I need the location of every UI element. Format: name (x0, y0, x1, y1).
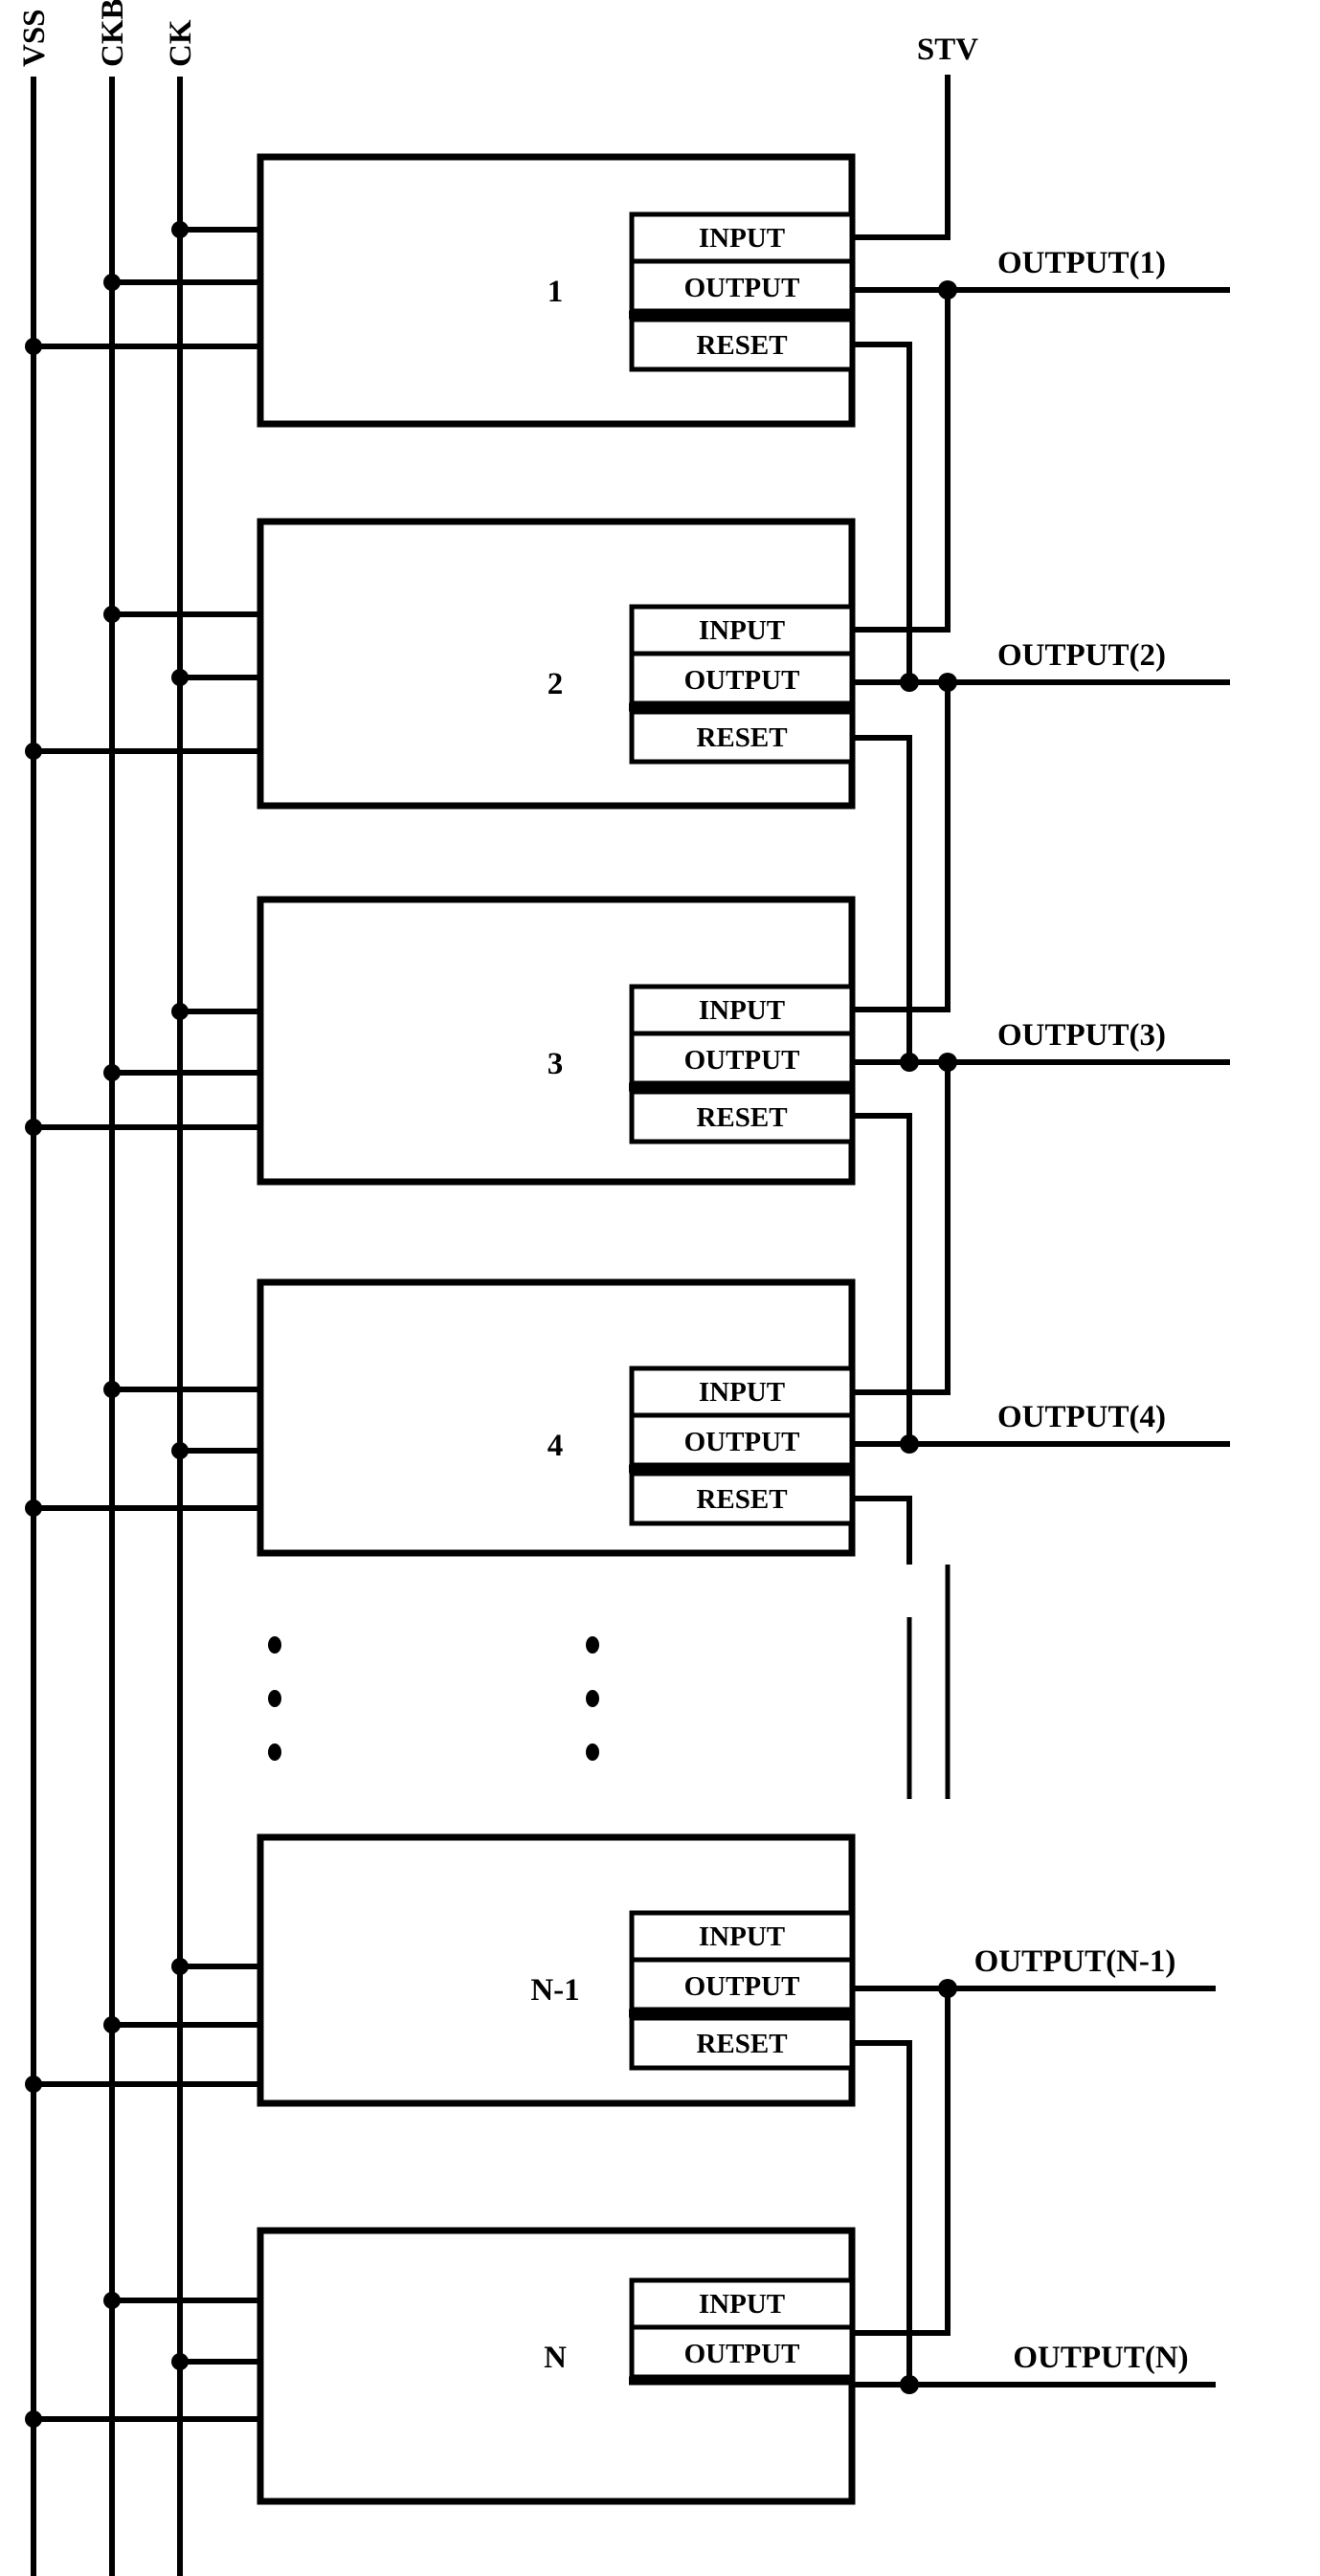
bus-label-ckb: CKB (96, 0, 130, 67)
stage-index-label: 3 (548, 1047, 564, 1081)
junction-dot (103, 2292, 121, 2309)
port-label-output: OUTPUT (684, 1971, 800, 2002)
wire-stage2-out-to-stage3-input (852, 682, 951, 1012)
stage-index-label: 1 (548, 275, 564, 309)
bus-lines (31, 77, 183, 2576)
bus-label-ck: CK (164, 19, 198, 67)
junction-dot (171, 1442, 189, 1459)
bus-label-texts: VSS CKB CK (17, 0, 198, 67)
port-label-input: INPUT (699, 1377, 785, 1408)
ellipsis-dot (586, 1636, 599, 1654)
bus-label-vss: VSS (17, 9, 52, 67)
wire-stv-to-stage1-input (852, 75, 951, 240)
port-label-output: OUTPUT (684, 2339, 800, 2369)
port-label-input: INPUT (699, 615, 785, 646)
junction-dot (25, 338, 42, 355)
stv-label: STV (917, 33, 978, 67)
junction-dot (171, 1958, 189, 1975)
junction-dot (103, 2016, 121, 2033)
junction-dot (171, 669, 189, 686)
wire-stage4-reset-stub (852, 1496, 912, 1565)
port-label-reset: RESET (696, 330, 787, 361)
junction-dot (900, 673, 919, 692)
output-label-2: OUTPUT(2) (997, 638, 1166, 673)
ellipsis-dot (268, 1690, 281, 1707)
output-label-n-1: OUTPUT(N-1) (974, 1944, 1176, 1979)
port-label-output: OUTPUT (684, 273, 800, 303)
junction-dot (103, 1381, 121, 1398)
output-label-1: OUTPUT(1) (997, 246, 1166, 280)
stage-index-label: N (544, 2341, 567, 2375)
junction-dot (900, 2375, 919, 2394)
junction-dot (103, 1064, 121, 1081)
junction-dot (25, 1499, 42, 1517)
output-label-4: OUTPUT(4) (997, 1400, 1166, 1434)
port-label-input: INPUT (699, 995, 785, 1026)
output-label-n: OUTPUT(N) (1013, 2341, 1188, 2375)
port-label-reset: RESET (696, 2029, 787, 2059)
port-label-output: OUTPUT (684, 1045, 800, 1076)
port-label-input: INPUT (699, 223, 785, 254)
ellipsis-dots (268, 1636, 599, 1761)
port-label-reset: RESET (696, 1102, 787, 1133)
port-label-reset: RESET (696, 722, 787, 753)
wire-stage1-out-to-stage2-input (852, 290, 951, 633)
port-label-reset: RESET (696, 1484, 787, 1515)
ellipsis-dot (268, 1743, 281, 1761)
ellipsis-dot (268, 1636, 281, 1654)
ellipsis-dot (586, 1743, 599, 1761)
wire-stage2-reset-from-stage3-output (852, 735, 912, 1062)
output-label-3: OUTPUT(3) (997, 1018, 1166, 1053)
junction-dot (103, 274, 121, 291)
junction-dot (900, 1434, 919, 1454)
stage-index-label: N-1 (530, 1973, 579, 2008)
stage-index-label: 2 (548, 667, 564, 701)
junction-dot (25, 1119, 42, 1136)
port-label-input: INPUT (699, 1921, 785, 1952)
wire-stage3-out-to-stage4-input (852, 1062, 951, 1395)
port-label-output: OUTPUT (684, 665, 800, 696)
port-label-input: INPUT (699, 2289, 785, 2320)
output-net-labels: OUTPUT(1) OUTPUT(2) OUTPUT(3) OUTPUT(4) … (974, 246, 1189, 2375)
junction-dot (25, 2410, 42, 2428)
junction-dot (103, 606, 121, 623)
junction-dot (25, 743, 42, 760)
port-label-output: OUTPUT (684, 1427, 800, 1457)
diagram-canvas: INPUT OUTPUT RESET INPUT OUTPUT RESET IN… (0, 0, 1320, 2576)
stage-index-label: 4 (548, 1429, 564, 1463)
junction-dot (171, 1003, 189, 1020)
circuit-svg: INPUT OUTPUT RESET INPUT OUTPUT RESET IN… (17, 0, 1230, 2576)
junction-dot (171, 221, 189, 238)
junction-dot (25, 2076, 42, 2093)
junction-dot (900, 1053, 919, 1072)
junction-dot (171, 2353, 189, 2370)
ellipsis-dot (586, 1690, 599, 1707)
